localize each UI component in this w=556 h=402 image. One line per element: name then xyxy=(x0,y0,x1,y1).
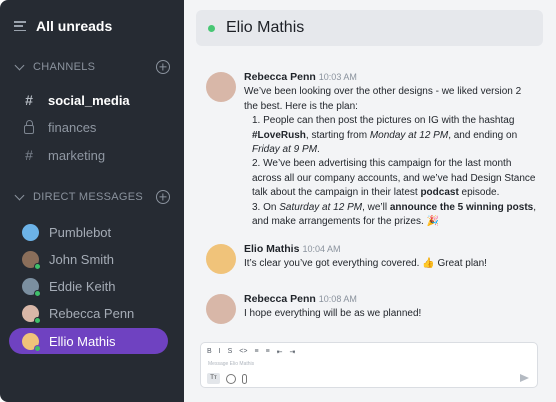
message-list-item: 3. On Saturday at 12 PM, we’ll announce … xyxy=(252,201,536,228)
dm-item-pumblebot[interactable]: Pumblebot xyxy=(22,224,111,241)
avatar[interactable] xyxy=(206,244,236,274)
avatar xyxy=(22,305,41,324)
text-format-toggle[interactable]: Tт xyxy=(207,373,220,384)
lock-icon xyxy=(24,119,34,134)
message: Rebecca Penn 10:03 AM We’ve been looking … xyxy=(206,70,536,229)
message-composer[interactable]: B I S <> ≡ ≡ ⇤ ⇥ Message Elio Mathis Tт xyxy=(200,342,538,388)
message-text: We’ve been looking over the other design… xyxy=(244,86,522,112)
message-author[interactable]: Rebecca Penn xyxy=(244,71,316,83)
italic-button[interactable]: I xyxy=(219,348,221,356)
message-author[interactable]: Rebecca Penn xyxy=(244,293,316,305)
dm-label: Rebecca Penn xyxy=(49,306,135,321)
send-icon[interactable] xyxy=(520,374,529,382)
message: Rebecca Penn 10:08 AM I hope everything w… xyxy=(206,292,536,324)
indent-button[interactable]: ⇥ xyxy=(290,348,296,356)
chevron-down-icon[interactable] xyxy=(14,60,25,71)
online-status-icon xyxy=(34,344,41,352)
message-time: 10:08 AM xyxy=(318,294,357,304)
avatar xyxy=(22,332,41,352)
dm-label: Eddie Keith xyxy=(49,279,116,294)
dm-label: Ellio Mathis xyxy=(49,333,116,349)
channel-label: social_media xyxy=(48,92,130,108)
message-input[interactable]: Message Elio Mathis xyxy=(208,361,254,367)
channels-title: CHANNELS xyxy=(33,61,96,73)
code-button[interactable]: <> xyxy=(239,348,247,356)
message-time: 10:03 AM xyxy=(318,72,357,82)
add-dm-icon[interactable] xyxy=(156,190,170,204)
channel-item-social-media[interactable]: # social_media xyxy=(22,92,130,108)
dm-item-eddie-keith[interactable]: Eddie Keith xyxy=(22,278,116,297)
composer-tools: Tт xyxy=(207,373,247,384)
chat-pane: Elio Mathis Rebecca Penn 10:03 AM We’ve b… xyxy=(184,0,556,402)
avatar[interactable] xyxy=(206,72,236,102)
app-window: All unreads CHANNELS # social_media fina… xyxy=(0,0,556,402)
avatar xyxy=(22,224,39,241)
strike-button[interactable]: S xyxy=(228,348,233,356)
message: Elio Mathis 10:04 AM It’s clear you’ve go… xyxy=(206,242,536,274)
hash-icon: # xyxy=(25,147,33,163)
menu-icon xyxy=(14,21,26,31)
message-text: I hope everything will be as we planned! xyxy=(244,308,422,320)
bullet-list-button[interactable]: ≡ xyxy=(254,348,258,356)
dm-item-rebecca-penn[interactable]: Rebecca Penn xyxy=(22,305,135,324)
dm-label: John Smith xyxy=(49,252,115,267)
add-channel-icon[interactable] xyxy=(156,60,170,74)
bold-button[interactable]: B xyxy=(207,348,212,356)
channels-section-header[interactable]: CHANNELS xyxy=(14,60,170,74)
avatar xyxy=(22,278,41,297)
message-time: 10:04 AM xyxy=(302,244,341,254)
format-toolbar: B I S <> ≡ ≡ ⇤ ⇥ xyxy=(207,348,295,356)
dm-item-john-smith[interactable]: John Smith xyxy=(22,251,115,270)
message-text: It’s clear you’ve got everything covered… xyxy=(244,258,487,270)
all-unreads-item[interactable]: All unreads xyxy=(14,18,112,34)
attachment-icon[interactable] xyxy=(242,373,247,384)
dm-title: DIRECT MESSAGES xyxy=(33,191,144,203)
channel-label: finances xyxy=(48,120,97,135)
online-status-icon xyxy=(34,317,41,324)
dm-label: Pumblebot xyxy=(49,225,112,240)
message-list-item: 1. People can then post the pictures on … xyxy=(252,115,518,156)
online-status-icon xyxy=(34,290,41,297)
outdent-button[interactable]: ⇤ xyxy=(277,348,283,356)
channel-item-marketing[interactable]: # marketing xyxy=(22,147,105,163)
channel-label: marketing xyxy=(48,147,106,163)
emoji-icon[interactable] xyxy=(226,373,236,384)
online-status-icon xyxy=(208,24,215,32)
message-list-item: 2. We’ve been advertising this campaign … xyxy=(252,158,536,199)
online-status-icon xyxy=(34,263,41,270)
chevron-down-icon[interactable] xyxy=(14,190,25,201)
sidebar: All unreads CHANNELS # social_media fina… xyxy=(0,0,184,402)
avatar[interactable] xyxy=(206,294,236,324)
numbered-list-button[interactable]: ≡ xyxy=(266,348,270,356)
chat-title: Elio Mathis xyxy=(226,19,305,36)
all-unreads-label: All unreads xyxy=(36,18,113,34)
hash-icon: # xyxy=(25,92,33,108)
channel-item-finances[interactable]: finances xyxy=(22,119,97,135)
avatar xyxy=(22,251,41,270)
dm-item-ellio-mathis[interactable]: Ellio Mathis xyxy=(9,328,168,354)
dm-section-header[interactable]: DIRECT MESSAGES xyxy=(14,190,170,204)
chat-header: Elio Mathis xyxy=(196,10,543,46)
message-author[interactable]: Elio Mathis xyxy=(244,243,299,255)
